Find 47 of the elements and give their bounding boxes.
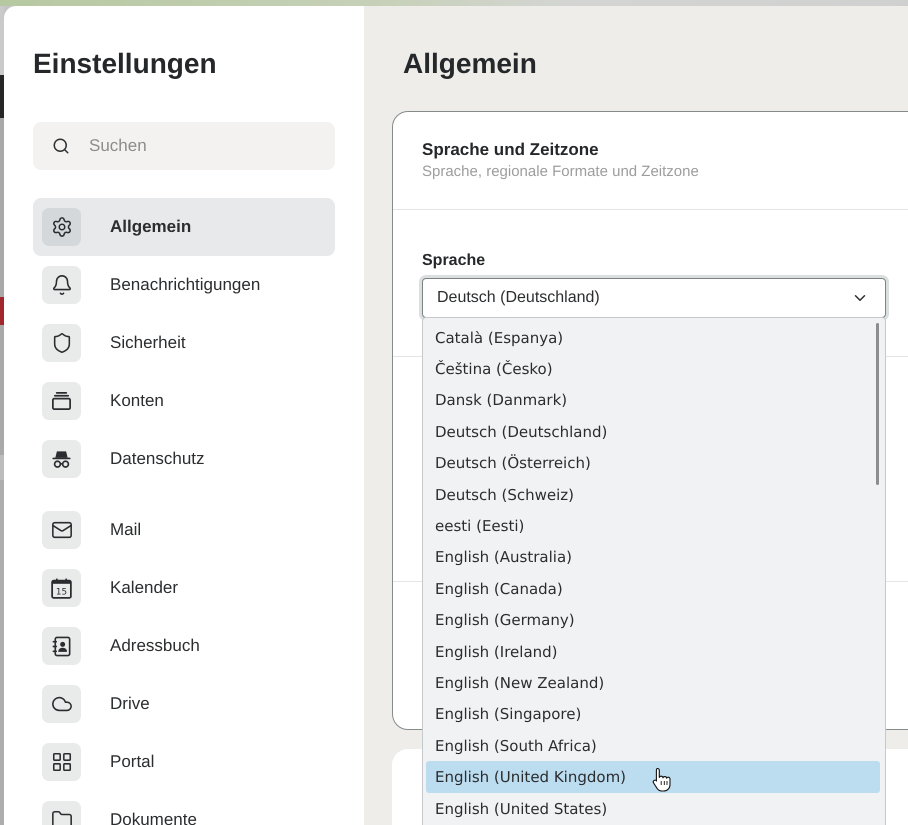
dropdown-option[interactable]: Deutsch (Deutschland) — [423, 416, 885, 448]
dropdown-option[interactable]: English (Germany) — [423, 604, 885, 636]
contact-book-icon — [42, 627, 81, 665]
card-subtitle: Sprache, regionale Formate und Zeitzone — [422, 162, 700, 182]
dropdown-option[interactable]: English (Singapore) — [423, 698, 885, 730]
card-stack-icon — [42, 382, 81, 420]
cloud-icon — [42, 685, 81, 723]
dropdown-option[interactable]: English (South Africa) — [423, 730, 885, 762]
grid-icon — [42, 743, 81, 781]
incognito-icon — [42, 440, 81, 478]
dropdown-option[interactable]: Català (Espanya) — [423, 322, 885, 354]
nav-item[interactable]: Portal — [33, 733, 335, 791]
dropdown-option[interactable]: Deutsch (Schweiz) — [423, 478, 885, 510]
dropdown-option[interactable]: English (New Zealand) — [423, 667, 885, 699]
nav-item[interactable]: Dokumente — [33, 791, 335, 825]
search-field[interactable]: Suchen — [33, 122, 335, 170]
dropdown-option[interactable]: eesti (Eesti) — [423, 510, 885, 542]
hand-cursor-icon — [652, 767, 671, 792]
nav-item[interactable]: Drive — [33, 675, 335, 733]
shield-icon — [42, 324, 81, 362]
search-icon — [52, 137, 70, 155]
dropdown-option[interactable]: English (United States) — [423, 792, 885, 824]
dropdown-option[interactable]: English (Canada) — [423, 573, 885, 605]
nav-item[interactable]: Sicherheit — [33, 314, 335, 372]
dropdown-option[interactable]: English (Ireland) — [423, 636, 885, 668]
dropdown-option[interactable]: English (United Kingdom) — [426, 761, 880, 793]
nav-item[interactable]: Mail — [33, 501, 335, 559]
bell-icon — [42, 266, 81, 304]
field-label: Sprache — [422, 251, 486, 270]
settings-title: Einstellungen — [33, 47, 218, 81]
card-title: Sprache und Zeitzone — [422, 140, 600, 160]
nav-item[interactable]: 15 Kalender — [33, 559, 335, 617]
gear-icon — [42, 208, 81, 246]
calendar-icon: 15 — [42, 569, 81, 607]
dropdown-option[interactable]: Čeština (Česko) — [423, 353, 885, 385]
nav-item[interactable]: Allgemein — [33, 198, 335, 256]
scrollbar[interactable] — [876, 323, 879, 485]
nav-item[interactable]: Datenschutz — [33, 430, 335, 488]
mail-icon — [42, 511, 81, 549]
dropdown-option[interactable]: English (Australia) — [423, 542, 885, 574]
nav-item[interactable]: Konten — [33, 372, 335, 430]
page-title: Allgemein — [403, 47, 538, 81]
nav-item[interactable]: Adressbuch — [33, 617, 335, 675]
dropdown-option[interactable]: Dansk (Danmark) — [423, 384, 885, 416]
nav-item[interactable]: Benachrichtigungen — [33, 256, 335, 314]
dropdown-option[interactable]: Deutsch (Österreich) — [423, 448, 885, 479]
language-select[interactable]: Deutsch (Deutschland) — [422, 278, 886, 318]
